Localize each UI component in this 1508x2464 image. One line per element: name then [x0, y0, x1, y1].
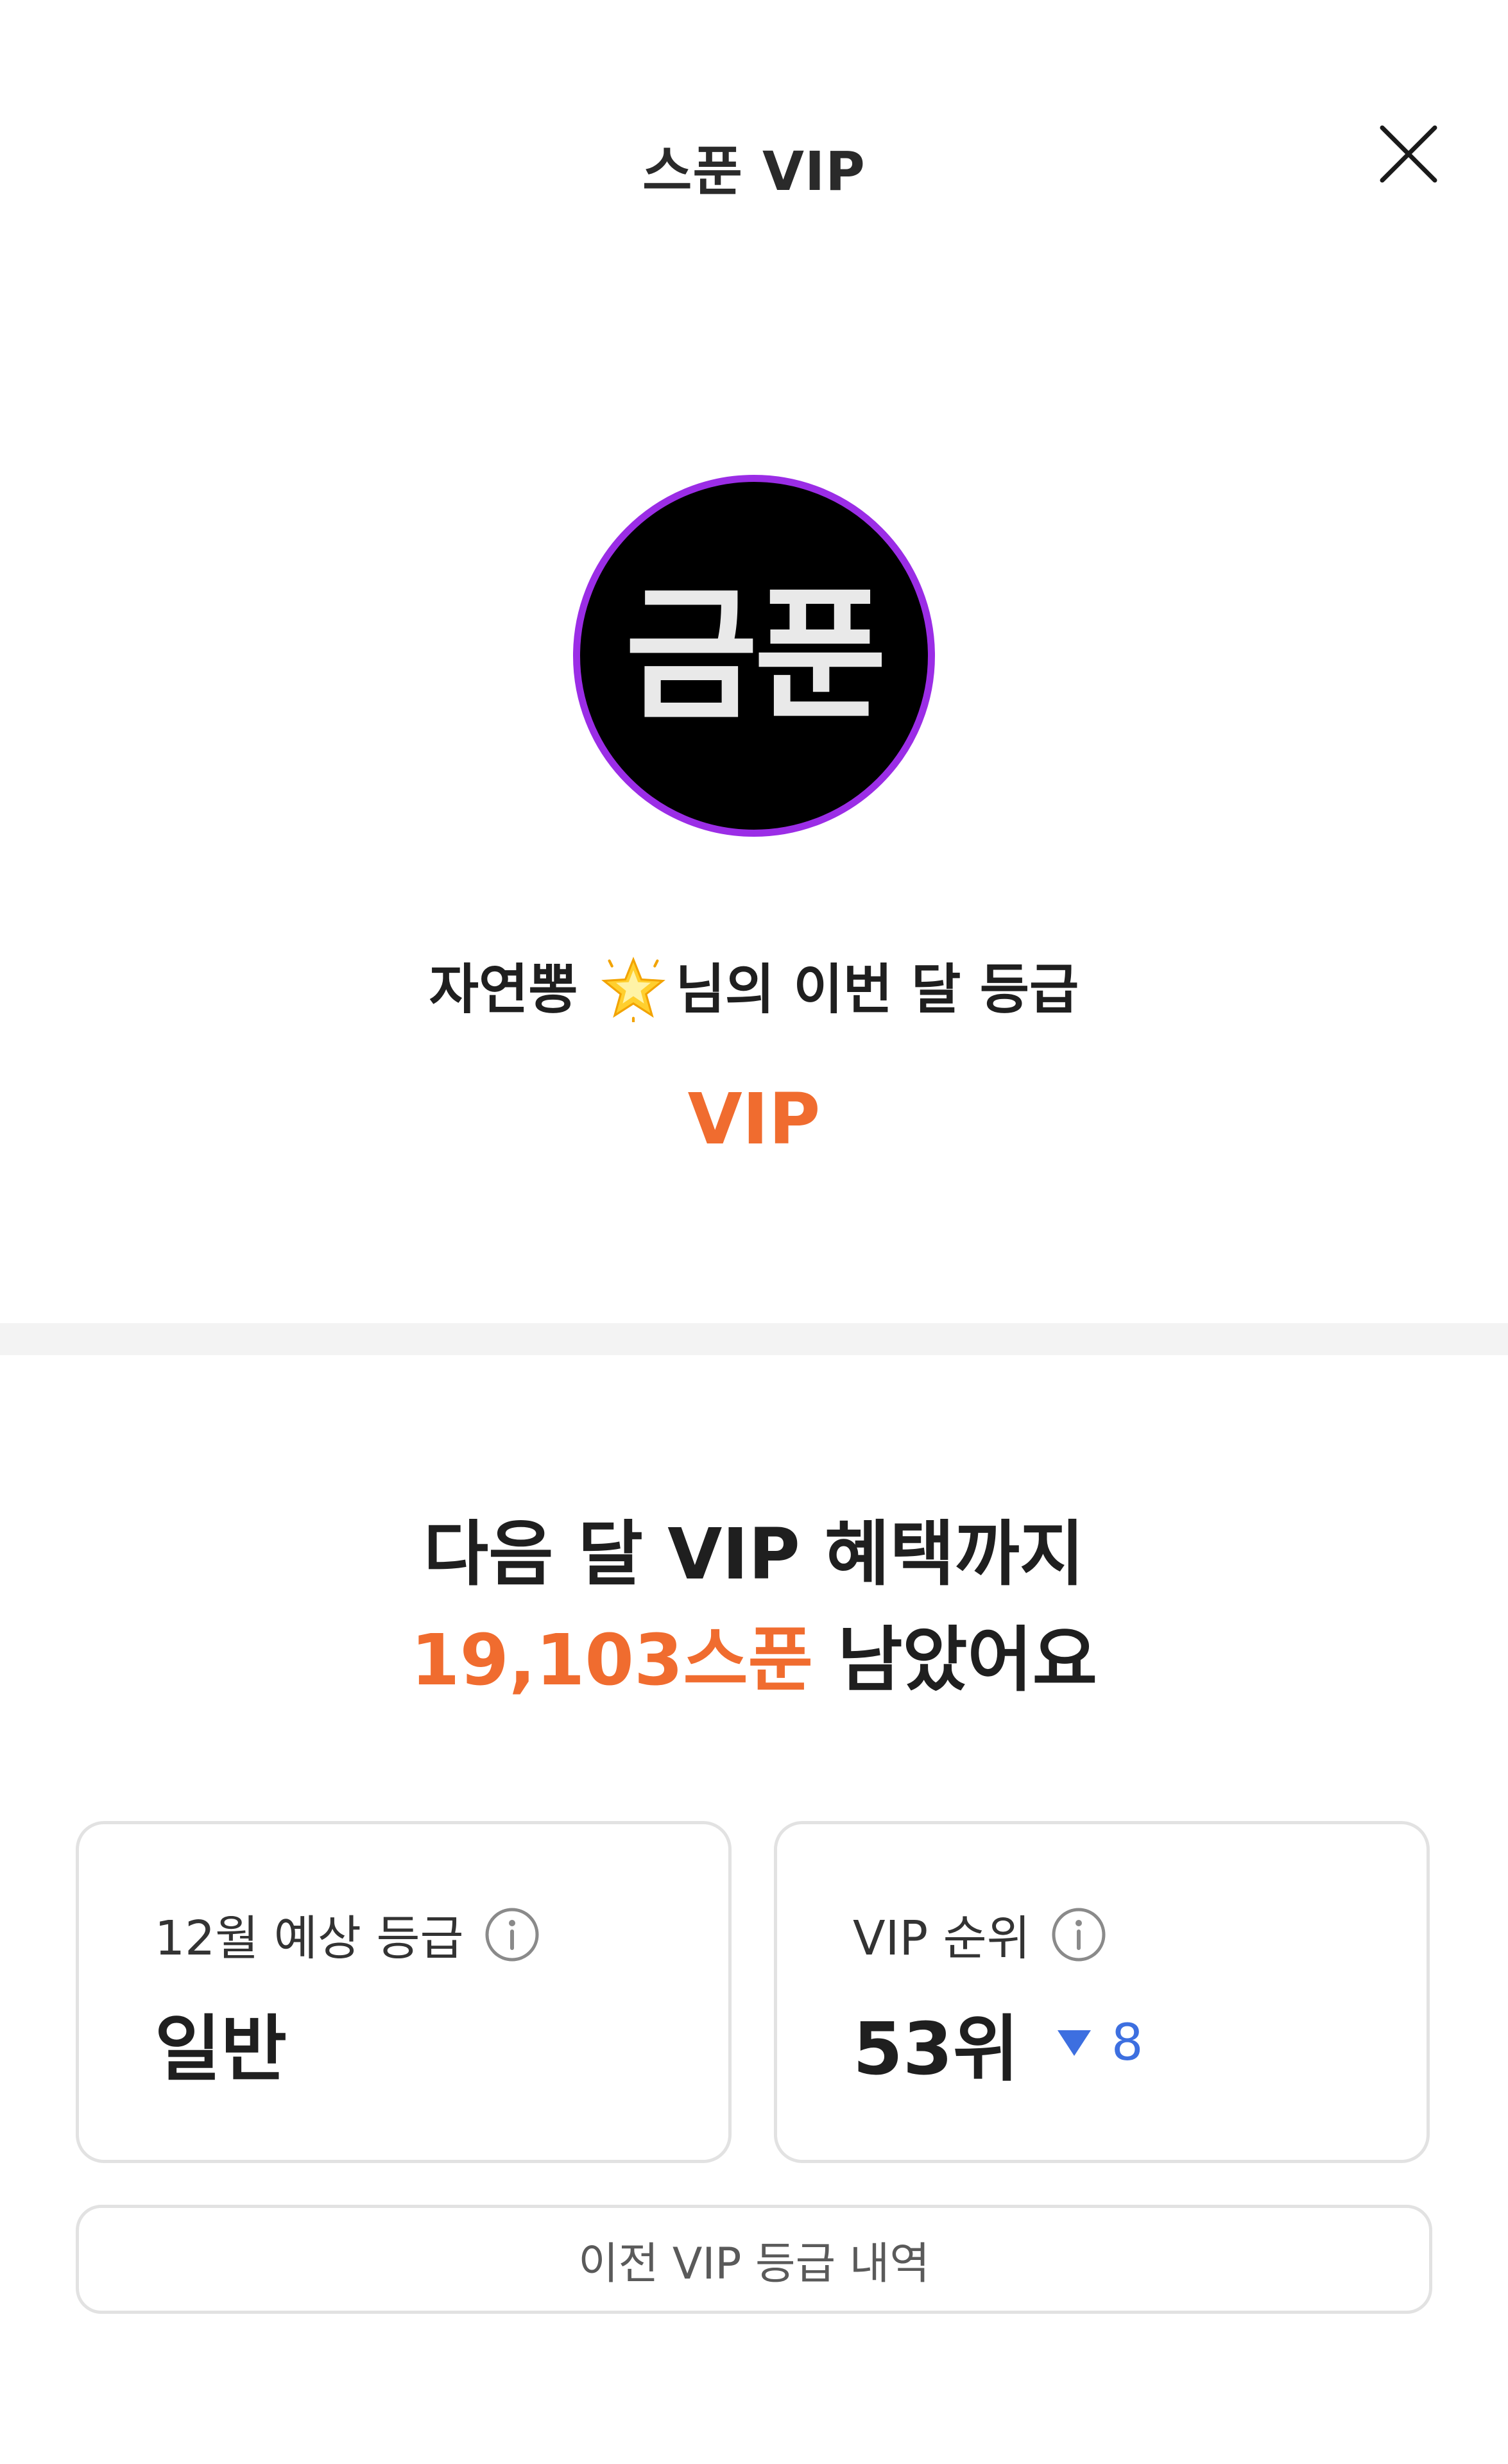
expected-grade-value: 일반: [155, 2008, 287, 2091]
close-icon: [1380, 125, 1437, 183]
grade-suffix: 님의 이번 달 등급: [675, 958, 1079, 1021]
rank-change-value: 8: [1111, 2014, 1144, 2072]
remaining-amount: 19,103스푼: [411, 1619, 813, 1701]
avatar-text: 금푼: [625, 571, 887, 740]
grade-caption: 자연뽕 님의 이번 달 등급: [0, 946, 1508, 1024]
section-divider: [0, 1323, 1508, 1355]
vip-rank-value: 53위: [853, 2008, 1019, 2091]
avatar: 금푼: [573, 475, 935, 837]
vip-history-button[interactable]: 이전 VIP 등급 내역: [76, 2205, 1432, 2314]
close-button[interactable]: [1373, 119, 1444, 189]
vip-rank-label-row: VIP 순위: [853, 1900, 1108, 1969]
page-title: 스푼 VIP: [642, 140, 866, 203]
expected-grade-card: 12월 예상 등급 일반: [76, 1821, 732, 2163]
vip-rank-card: VIP 순위 53위 8: [774, 1821, 1430, 2163]
headline-line1: 다음 달 VIP 혜택까지: [424, 1513, 1084, 1595]
rank-change: 8: [1056, 2014, 1144, 2072]
headline-line2: 19,103스푼 남았어요: [0, 1607, 1508, 1713]
info-icon[interactable]: [483, 1906, 541, 1964]
expected-grade-label: 12월 예상 등급: [155, 1911, 464, 1966]
remaining-suffix: 남았어요: [837, 1619, 1097, 1701]
sparkle-star-icon: [600, 955, 667, 1022]
info-icon[interactable]: [1050, 1906, 1108, 1964]
vip-rank-value-row: 53위 8: [853, 1991, 1144, 2095]
down-triangle-icon: [1056, 2029, 1092, 2057]
next-benefit-headline: 다음 달 VIP 혜택까지 19,103스푼 남았어요: [0, 1502, 1508, 1713]
nickname: 자연뽕: [429, 958, 578, 1021]
expected-grade-label-row: 12월 예상 등급: [155, 1900, 541, 1969]
vip-rank-label: VIP 순위: [853, 1911, 1031, 1966]
current-grade: VIP: [687, 1078, 821, 1160]
